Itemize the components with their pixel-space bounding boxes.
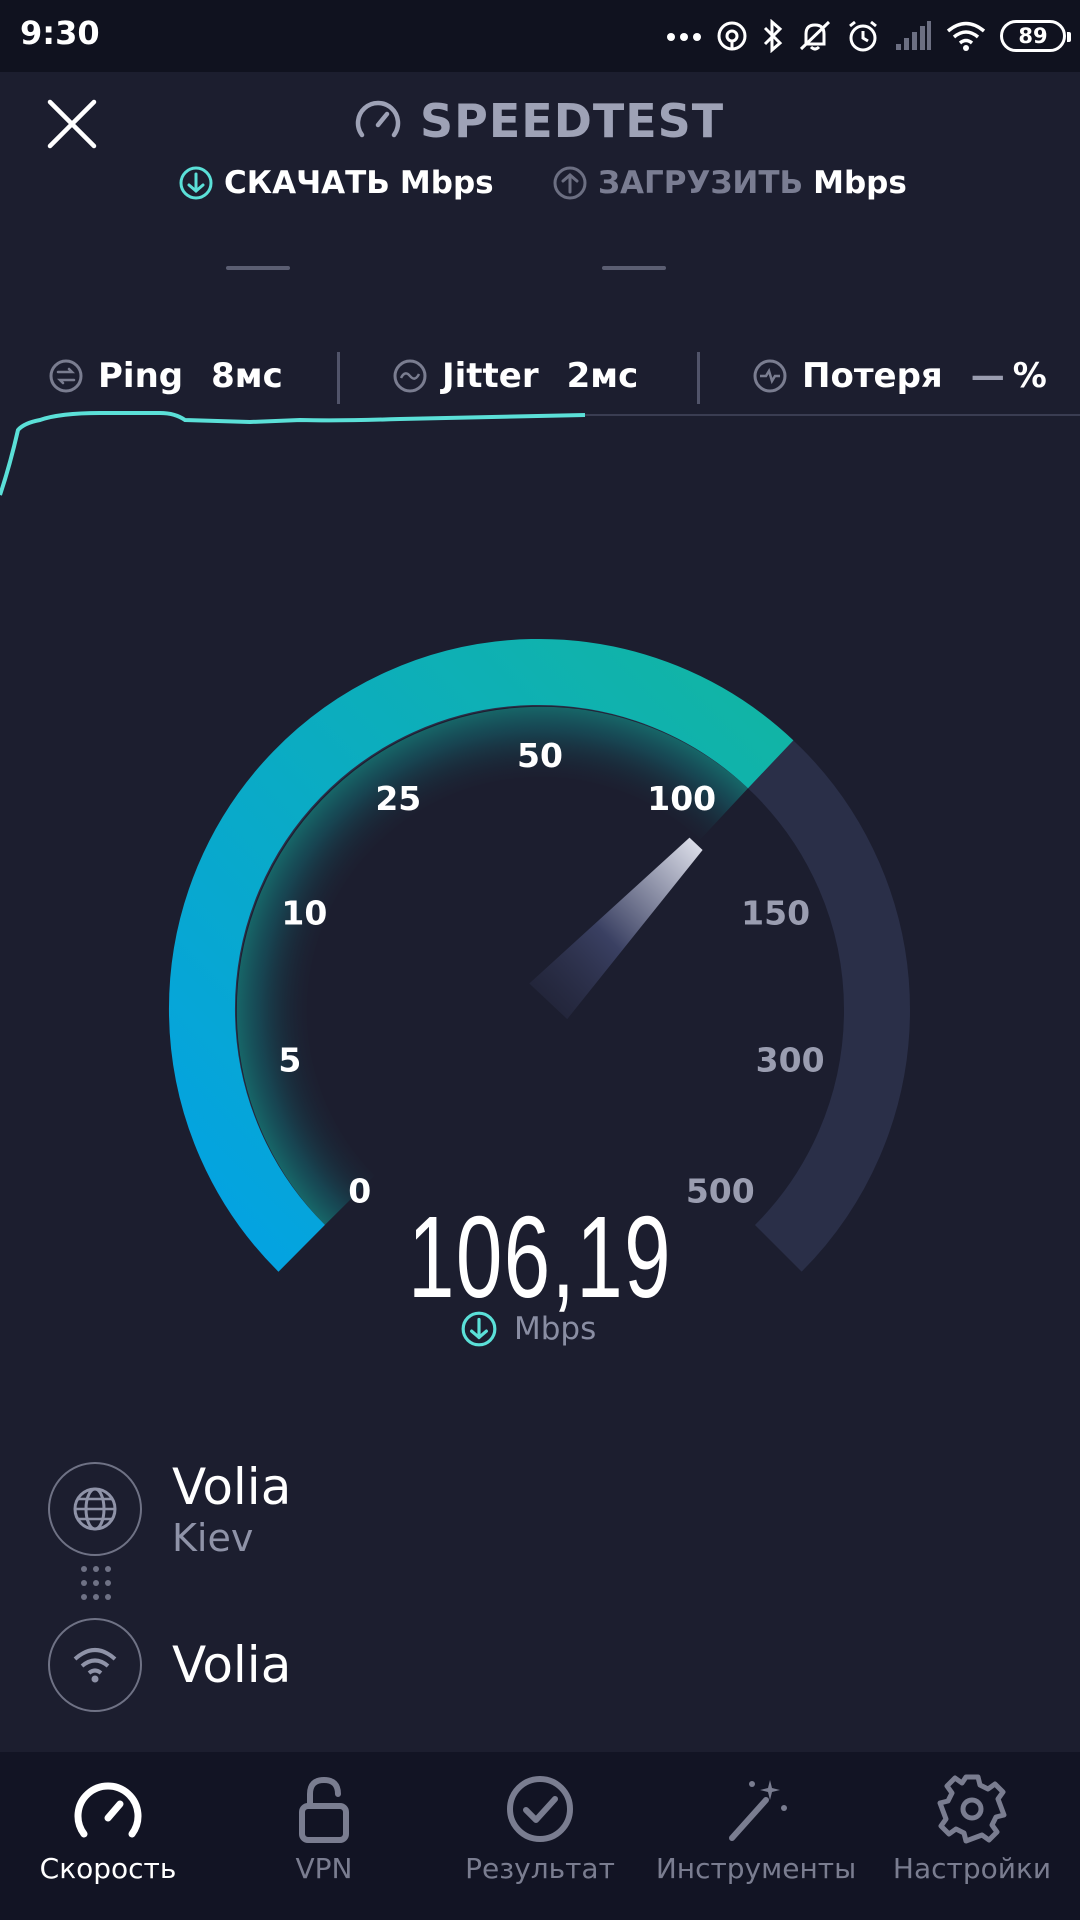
connector-dots-icon <box>81 1566 111 1600</box>
nav-item-tools[interactable]: Инструменты <box>648 1752 864 1920</box>
upload-label: ЗАГРУЗИТЬ <box>598 165 804 201</box>
bottom-nav: Скорость VPN Результат Инструменты Настр… <box>0 1752 1080 1920</box>
gauge-tick-label: 100 <box>647 779 716 818</box>
jitter-icon <box>393 359 427 393</box>
loss-stat: Потеря — % <box>752 345 1047 407</box>
stats-row: Ping 8мс Jitter 2мс Потеря — % <box>0 345 1080 407</box>
upload-placeholder-dash <box>602 266 666 270</box>
ping-stat: Ping 8мс <box>48 345 283 407</box>
nav-label: Настройки <box>892 1852 1052 1885</box>
gauge-tick-label: 5 <box>278 1041 301 1080</box>
gauge-tick-label: 300 <box>756 1041 825 1080</box>
loss-value: — <box>970 356 1005 396</box>
download-metric[interactable]: СКАЧАТЬ Mbps <box>178 165 494 201</box>
gauge-tick-label: 25 <box>375 779 421 818</box>
loss-unit: % <box>1012 356 1047 396</box>
bluetooth-icon <box>763 19 783 53</box>
page-title: SPEEDTEST <box>420 94 725 148</box>
speed-trace-graph <box>0 411 1080 496</box>
gear-icon <box>937 1774 1007 1844</box>
hotspot-icon <box>717 21 747 51</box>
stat-divider-2 <box>697 352 700 404</box>
unlock-icon <box>299 1776 349 1843</box>
upload-arrow-icon <box>553 166 587 200</box>
nav-item-speed[interactable]: Скорость <box>0 1752 216 1920</box>
nav-label: Результат <box>465 1852 615 1885</box>
wifi-icon <box>73 1648 117 1683</box>
upload-metric[interactable]: ЗАГРУЗИТЬ Mbps <box>552 165 907 201</box>
header: SPEEDTEST <box>0 72 1080 172</box>
status-time: 9:30 <box>20 14 100 52</box>
connection-info[interactable]: Volia <box>48 1618 648 1712</box>
bell-muted-icon <box>799 20 831 51</box>
more-dots-icon <box>667 33 701 41</box>
nav-item-settings[interactable]: Настройки <box>864 1752 1080 1920</box>
connection-circle <box>48 1618 142 1712</box>
upload-unit: Mbps <box>813 165 907 201</box>
server-city: Kiev <box>172 1516 254 1560</box>
globe-icon <box>73 1487 117 1531</box>
close-icon[interactable] <box>42 94 102 154</box>
server-info[interactable]: Volia Kiev <box>48 1458 648 1560</box>
speed-value: 106,19 <box>407 1192 673 1322</box>
signal-icon <box>896 21 931 50</box>
speed-unit-group: Mbps <box>460 1310 596 1348</box>
download-arrow-icon <box>179 166 213 200</box>
stat-divider-1 <box>337 352 340 404</box>
speedometer-icon <box>355 100 401 138</box>
download-label: СКАЧАТЬ <box>224 165 390 201</box>
magic-wand-icon <box>729 1780 787 1841</box>
alarm-icon <box>849 20 877 52</box>
ping-icon <box>49 359 83 393</box>
ping-label: Ping <box>98 356 184 396</box>
speed-metrics: СКАЧАТЬ Mbps ЗАГРУЗИТЬ Mbps <box>0 165 1080 225</box>
connection-name: Volia <box>172 1636 292 1694</box>
download-unit: Mbps <box>399 165 494 201</box>
nav-item-vpn[interactable]: VPN <box>216 1752 432 1920</box>
check-circle-icon <box>507 1776 573 1842</box>
nav-label: Скорость <box>39 1852 177 1885</box>
server-text: Volia Kiev <box>172 1458 291 1560</box>
gauge-tick-label: 50 <box>517 736 563 775</box>
packet-loss-icon <box>753 359 787 393</box>
gauge-tick-label: 150 <box>741 893 810 932</box>
nav-label: Инструменты <box>655 1852 857 1885</box>
status-icons: 89 <box>666 14 1071 58</box>
jitter-label: Jitter <box>442 356 539 396</box>
jitter-value: 2мс <box>566 356 639 396</box>
download-placeholder-dash <box>226 266 290 270</box>
server-isp: Volia <box>172 1458 292 1516</box>
gauge-tick-label: 10 <box>281 893 327 932</box>
ping-value: 8мс <box>211 356 283 396</box>
server-circle <box>48 1462 142 1556</box>
battery-indicator: 89 <box>1000 20 1071 52</box>
speedometer-icon <box>74 1782 142 1838</box>
wifi-icon <box>946 21 986 51</box>
speed-unit: Mbps <box>514 1311 597 1347</box>
title-group: SPEEDTEST <box>352 94 724 148</box>
loss-label: Потеря <box>802 356 943 396</box>
download-arrow-icon <box>461 1311 497 1347</box>
status-bar: 9:30 89 <box>0 0 1080 72</box>
nav-label: VPN <box>295 1852 353 1885</box>
gauge-needle <box>529 837 703 1020</box>
nav-item-results[interactable]: Результат <box>432 1752 648 1920</box>
jitter-stat: Jitter 2мс <box>392 345 638 407</box>
